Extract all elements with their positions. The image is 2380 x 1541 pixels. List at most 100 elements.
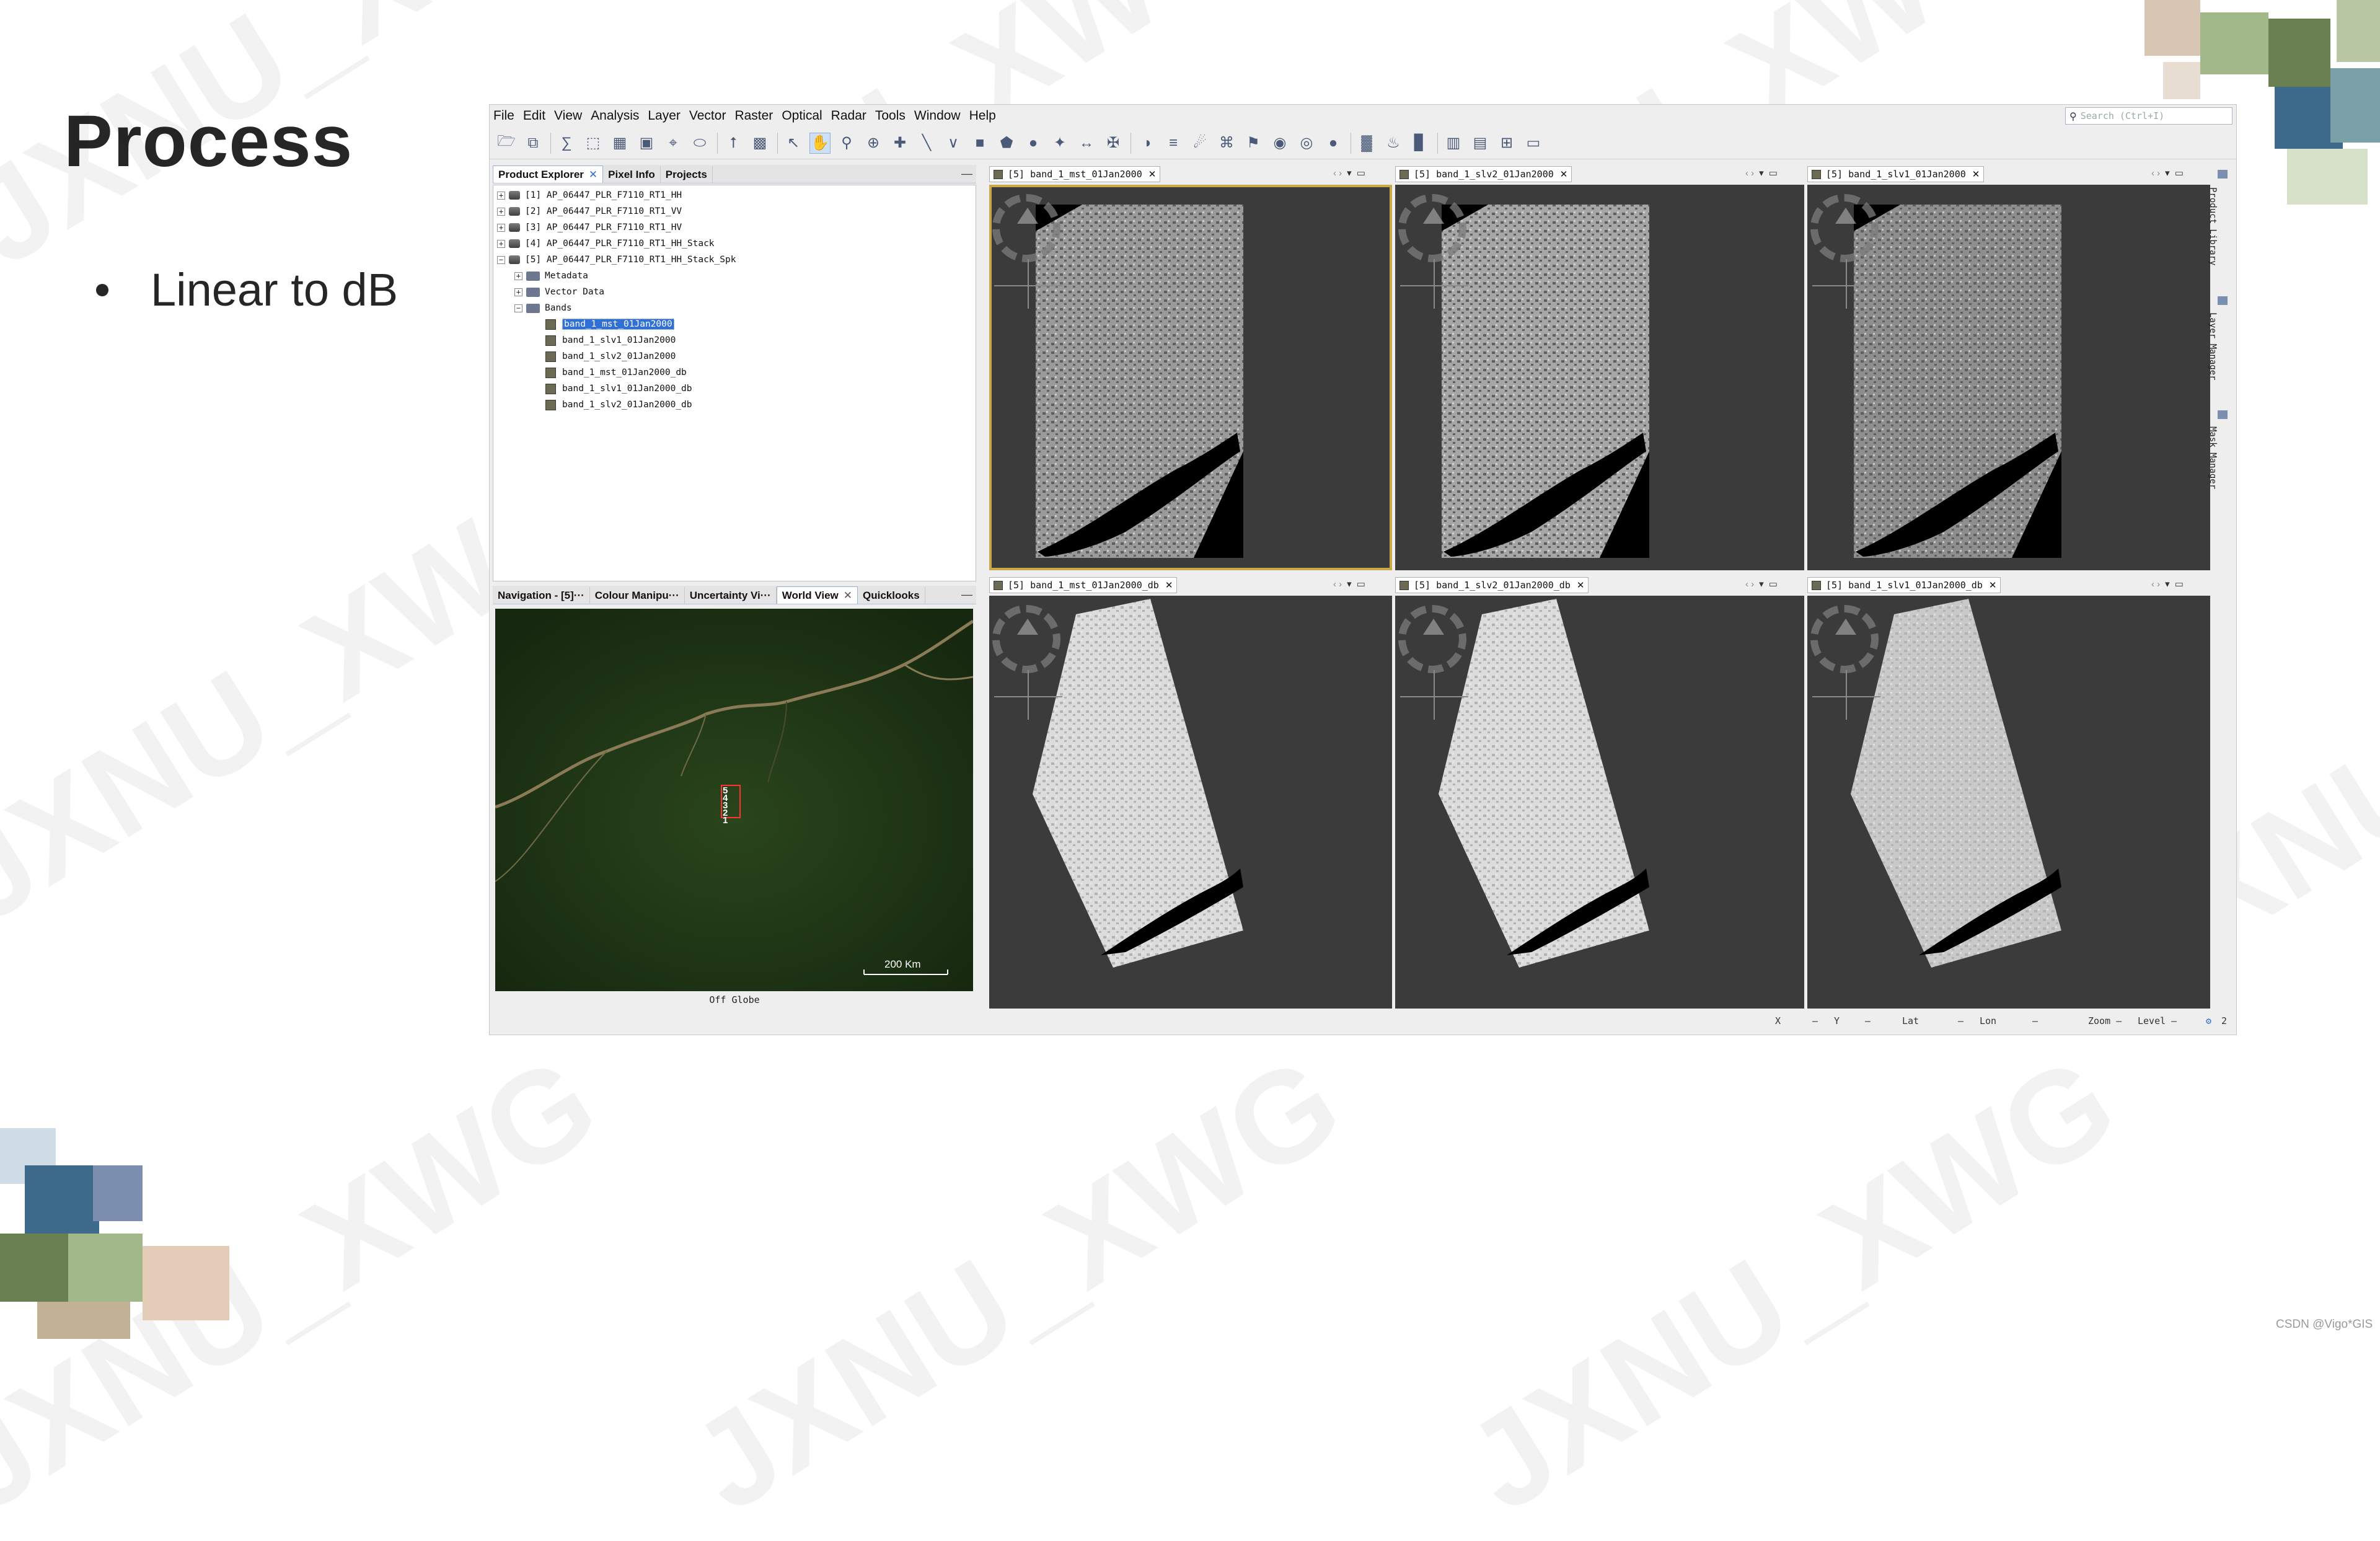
close-icon[interactable]: ✕ (589, 169, 597, 181)
gcp-tool-icon[interactable]: ✚ (889, 133, 910, 154)
pin-tool-icon[interactable]: ✠ (1103, 133, 1124, 154)
chart-icon[interactable]: ▓ (1356, 133, 1377, 154)
view-nav-controls[interactable]: ‹ › ▾ ▭ (2151, 578, 2184, 589)
product-library-icon[interactable] (2218, 170, 2228, 179)
tab-pixel-info[interactable]: Pixel Info (603, 166, 661, 183)
band-node[interactable]: band_1_slv2_01Jan2000 (545, 349, 676, 364)
image-view[interactable] (1807, 596, 2210, 1009)
tab-world-view[interactable]: World View ✕ (776, 586, 858, 604)
product-node[interactable]: + [2] AP_06447_PLR_F7110_RT1_VV (497, 204, 682, 219)
gcp-icon[interactable]: ⌖ (663, 133, 684, 154)
world-view-map[interactable]: 5 4 3 2 1 200 Km (495, 609, 973, 991)
minimize-icon[interactable]: — (961, 588, 972, 601)
folder-node-vector-data[interactable]: + Vector Data (514, 285, 604, 299)
view-nav-controls[interactable]: ‹ › ▾ ▭ (1745, 578, 1778, 589)
menu-layer[interactable]: Layer (648, 108, 681, 123)
view-nav-controls[interactable]: ‹ › ▾ ▭ (1745, 167, 1778, 179)
graph-builder-icon[interactable]: ⭡ (723, 133, 744, 154)
search-input[interactable]: ⚲ Search (Ctrl+I) (2065, 107, 2232, 125)
view-navigation-wheel[interactable] (1810, 605, 1879, 673)
pin-manager-icon[interactable]: ⚑ (1243, 133, 1264, 154)
menu-view[interactable]: View (554, 108, 582, 123)
open-product-icon[interactable]: 🗁 (496, 133, 517, 154)
view-navigation-wheel[interactable] (992, 605, 1060, 673)
subset-icon[interactable]: ⬚ (583, 133, 604, 154)
night-globe-icon[interactable]: ● (1323, 133, 1344, 154)
close-icon[interactable]: ✕ (1560, 169, 1568, 180)
tab-quicklooks[interactable]: Quicklooks (858, 587, 925, 604)
image-view[interactable] (1807, 185, 2210, 570)
eye-icon[interactable]: ◉ (1269, 133, 1290, 154)
band-node[interactable]: band_1_mst_01Jan2000_db (545, 365, 687, 380)
pan-tool-icon[interactable]: ✋ (809, 132, 831, 154)
tab-product-explorer[interactable]: Product Explorer ✕ (493, 166, 604, 183)
line-tool-icon[interactable]: ╲ (916, 133, 937, 154)
band-node[interactable]: band_1_mst_01Jan2000 (545, 317, 674, 332)
product-node[interactable]: + [4] AP_06447_PLR_F7110_RT1_HH_Stack (497, 236, 715, 251)
image-view-tab[interactable]: [5] band_1_mst_01Jan2000_db ✕ (989, 577, 1178, 593)
mask-manager-icon[interactable] (2218, 410, 2228, 419)
batch-icon[interactable]: ▩ (749, 133, 770, 154)
band-node[interactable]: band_1_slv1_01Jan2000_db (545, 381, 692, 396)
tab-colour-manipulation[interactable]: Colour Manipu··· (590, 587, 685, 604)
menu-optical[interactable]: Optical (782, 108, 822, 123)
image-view-tab[interactable]: [5] band_1_slv1_01Jan2000_db ✕ (1807, 577, 2001, 593)
view-navigation-wheel[interactable] (1810, 194, 1879, 262)
globe-icon[interactable]: ◑ (1136, 133, 1157, 154)
minimize-icon[interactable]: — (961, 167, 972, 180)
menu-tools[interactable]: Tools (875, 108, 906, 123)
image-view[interactable] (989, 596, 1392, 1009)
sidebar-product-library[interactable]: Product Library (2208, 187, 2218, 265)
tile-vertical-icon[interactable]: ▤ (1470, 133, 1491, 154)
tab-navigation[interactable]: Navigation - [5]··· (493, 587, 590, 604)
polyline-tool-icon[interactable]: ∨ (943, 133, 964, 154)
histogram-icon[interactable]: ▊ (1409, 133, 1430, 154)
product-node[interactable]: + [1] AP_06447_PLR_F7110_RT1_HH (497, 188, 682, 203)
folder-icon[interactable]: ▭ (1523, 133, 1544, 154)
close-icon[interactable]: ✕ (1972, 169, 1980, 180)
sidebar-layer-manager[interactable]: Layer Manager (2208, 312, 2218, 381)
range-finder-icon[interactable]: ↔ (1076, 133, 1097, 154)
polygon-tool-icon[interactable]: ⬟ (996, 133, 1017, 154)
satellite-icon[interactable]: ☄ (1189, 133, 1210, 154)
tab-projects[interactable]: Projects (661, 166, 713, 183)
close-icon[interactable]: ✕ (1989, 580, 1997, 591)
image-view-tab[interactable]: [5] band_1_slv2_01Jan2000_db ✕ (1395, 577, 1589, 593)
image-view[interactable] (1395, 185, 1804, 570)
select-tool-icon[interactable]: ↖ (783, 133, 804, 154)
zoom-in-tool-icon[interactable]: ⊕ (863, 133, 884, 154)
menu-radar[interactable]: Radar (831, 108, 866, 123)
grid-icon[interactable]: ▦ (609, 133, 630, 154)
menu-edit[interactable]: Edit (523, 108, 545, 123)
menu-file[interactable]: File (493, 108, 514, 123)
view-nav-controls[interactable]: ‹ › ▾ ▭ (2151, 167, 2184, 179)
tile-horizontal-icon[interactable]: ▥ (1443, 133, 1464, 154)
band-node[interactable]: band_1_slv1_01Jan2000 (545, 333, 676, 348)
close-icon[interactable]: ✕ (844, 589, 852, 602)
gcp-manager-icon[interactable]: ⌘ (1216, 133, 1237, 154)
magic-wand-icon[interactable]: ✦ (1049, 133, 1070, 154)
image-view[interactable] (989, 185, 1392, 570)
ellipse-tool-icon[interactable]: ● (1023, 133, 1044, 154)
layers-icon[interactable]: ≡ (1163, 133, 1184, 154)
close-icon[interactable]: ✕ (1577, 580, 1585, 591)
world-map-icon[interactable]: ◎ (1296, 133, 1317, 154)
warp-icon[interactable]: ⬭ (689, 133, 710, 154)
tile-grid-icon[interactable]: ⊞ (1496, 133, 1517, 154)
image-view-tab[interactable]: [5] band_1_slv1_01Jan2000 ✕ (1807, 166, 1985, 182)
flame-icon[interactable]: ♨ (1383, 133, 1404, 154)
view-navigation-wheel[interactable] (1398, 605, 1466, 673)
menu-vector[interactable]: Vector (689, 108, 726, 123)
folder-node-metadata[interactable]: + Metadata (514, 268, 588, 283)
tab-uncertainty[interactable]: Uncertainty Vi··· (685, 587, 777, 604)
menu-raster[interactable]: Raster (734, 108, 773, 123)
menu-analysis[interactable]: Analysis (591, 108, 639, 123)
close-icon[interactable]: ✕ (1165, 580, 1173, 591)
band-maths-icon[interactable]: ∑ (556, 133, 577, 154)
view-nav-controls[interactable]: ‹ › ▾ ▭ (1333, 167, 1365, 179)
image-view-tab[interactable]: [5] band_1_mst_01Jan2000 ✕ (989, 166, 1161, 182)
zoom-tool-icon[interactable]: ⚲ (836, 133, 857, 154)
product-node[interactable]: + [3] AP_06447_PLR_F7110_RT1_HV (497, 220, 682, 235)
band-node[interactable]: band_1_slv2_01Jan2000_db (545, 397, 692, 412)
menu-window[interactable]: Window (914, 108, 961, 123)
